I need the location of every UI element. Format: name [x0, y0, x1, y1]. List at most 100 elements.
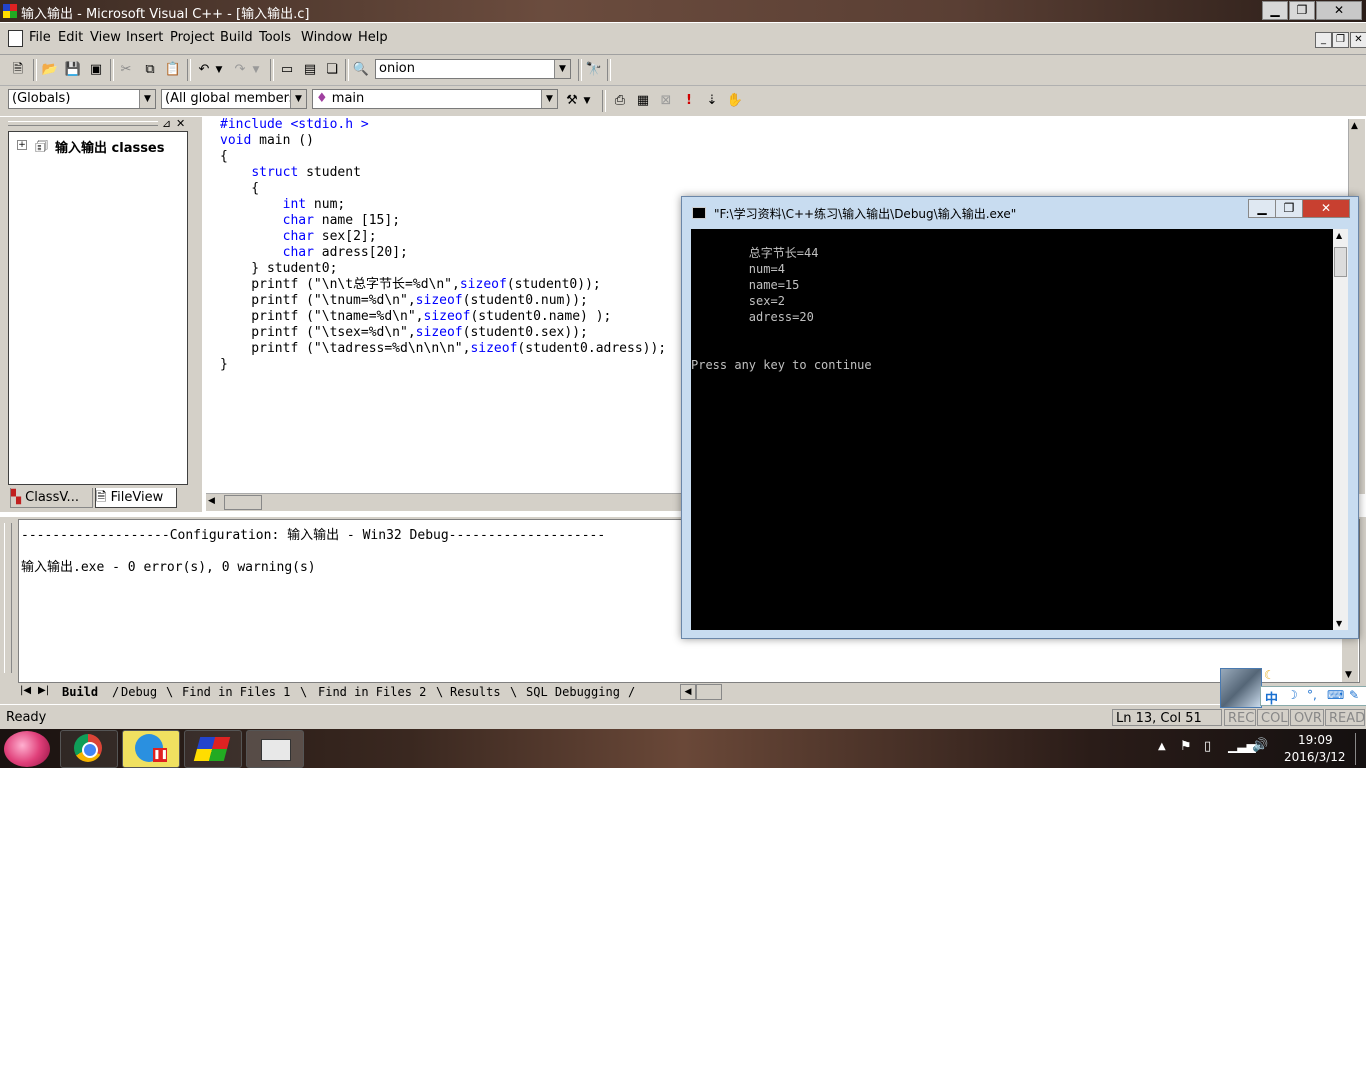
console-minimize-button[interactable]: ▁	[1248, 199, 1276, 218]
tab-debug[interactable]: Debug	[121, 685, 157, 699]
menu-insert[interactable]: Insert	[126, 30, 163, 45]
tab-scroll-right-icon[interactable]: ▶|	[38, 685, 49, 696]
clock-date[interactable]: 2016/3/12	[1284, 750, 1346, 764]
compile-icon[interactable]: ⎙	[610, 91, 630, 111]
wizard-action-icon[interactable]: ⚒	[562, 91, 582, 111]
maximize-button[interactable]: ❐	[1289, 1, 1315, 20]
tree-root-label[interactable]: 输入输出 classes	[55, 137, 165, 156]
breakpoint-hand-icon[interactable]: ✋	[725, 91, 745, 111]
minimize-button[interactable]: ▁	[1262, 1, 1288, 20]
new-text-file-icon[interactable]: 🗎	[8, 60, 28, 80]
tab-sql-debugging[interactable]: SQL Debugging	[526, 685, 620, 699]
scroll-up-icon[interactable]: ▲	[1336, 231, 1342, 240]
media-taskbar-button[interactable]: ❚❚	[122, 730, 180, 768]
output-scroll-thumb[interactable]	[696, 684, 722, 700]
output-scroll-left-icon[interactable]: ◀	[680, 684, 696, 700]
save-icon[interactable]: 💾	[63, 60, 83, 80]
menu-file[interactable]: File	[29, 30, 51, 45]
copy-icon[interactable]: ⧉	[140, 60, 160, 80]
tab-scroll-left-icon[interactable]: |◀	[20, 685, 31, 696]
pane-close-icon[interactable]: ✕	[176, 117, 185, 130]
class-tree[interactable]: + 🗊 输入输出 classes	[8, 131, 188, 485]
action-center-flag-icon[interactable]: ⚑	[1180, 739, 1192, 754]
pane-gripper[interactable]	[8, 121, 158, 126]
mdi-restore-button[interactable]: ❐	[1332, 32, 1349, 48]
title-bar[interactable]: 输入输出 - Microsoft Visual C++ - [输入输出.c] ▁…	[0, 0, 1366, 22]
redo-icon[interactable]: ↷	[230, 60, 250, 80]
device-icon[interactable]: ▯	[1204, 739, 1211, 754]
console-close-button[interactable]: ✕	[1302, 199, 1350, 218]
mdi-close-button[interactable]: ✕	[1350, 32, 1366, 48]
paste-icon[interactable]: 📋	[163, 60, 183, 80]
ime-toolbar[interactable]: 中 ☽ °, ⌨ ✎	[1260, 686, 1366, 707]
console-taskbar-button[interactable]	[246, 730, 304, 768]
pane-gripper[interactable]	[4, 523, 12, 673]
clock-time[interactable]: 19:09	[1298, 733, 1333, 747]
class-scope-combo[interactable]: (Globals) ▼	[8, 89, 156, 109]
output-window-icon[interactable]: ▤	[300, 60, 320, 80]
chevron-down-icon[interactable]: ▼	[541, 90, 557, 108]
find-combo[interactable]: onion ▼	[375, 59, 571, 79]
save-all-icon[interactable]: ▣	[86, 60, 106, 80]
menu-project[interactable]: Project	[170, 30, 214, 45]
mdi-minimize-button[interactable]: _	[1315, 32, 1332, 48]
console-maximize-button[interactable]: ❐	[1275, 199, 1303, 218]
scroll-thumb[interactable]	[224, 495, 262, 510]
expand-icon[interactable]: +	[17, 140, 27, 150]
redo-dropdown-icon[interactable]: ▼	[250, 60, 262, 80]
open-folder-icon[interactable]: 📂	[40, 60, 60, 80]
scroll-down-icon[interactable]: ▼	[1336, 619, 1342, 628]
tab-fileview[interactable]: 🗎 FileView	[95, 488, 177, 508]
scroll-left-icon[interactable]: ◀	[208, 496, 215, 506]
menu-help[interactable]: Help	[358, 30, 388, 45]
ime-avatar[interactable]	[1220, 668, 1262, 708]
members-filter-combo[interactable]: (All global members ▼	[161, 89, 307, 109]
build-icon[interactable]: ▦	[633, 91, 653, 111]
menu-edit[interactable]: Edit	[58, 30, 83, 45]
undo-dropdown-icon[interactable]: ▼	[213, 60, 225, 80]
menu-view[interactable]: View	[90, 30, 121, 45]
cut-icon[interactable]: ✂	[116, 60, 136, 80]
settings-icon[interactable]: ✎	[1349, 688, 1359, 702]
console-window[interactable]: "F:\学习资料\C++练习\输入输出\Debug\输入输出.exe" ▁ ❐ …	[681, 196, 1359, 639]
chrome-taskbar-button[interactable]	[60, 730, 118, 768]
tab-find-in-files-1[interactable]: Find in Files 1	[182, 685, 290, 699]
visual-cpp-taskbar-button[interactable]	[184, 730, 242, 768]
chevron-down-icon[interactable]: ▼	[554, 60, 570, 78]
halfwidth-icon[interactable]: ☽	[1287, 688, 1298, 702]
console-scroll-thumb[interactable]	[1334, 247, 1347, 277]
keyboard-icon[interactable]: ⌨	[1327, 688, 1344, 702]
start-button[interactable]	[4, 731, 50, 767]
scroll-down-icon[interactable]: ▼	[1345, 670, 1352, 680]
menu-build[interactable]: Build	[220, 30, 253, 45]
menu-tools[interactable]: Tools	[259, 30, 291, 45]
punctuation-icon[interactable]: °,	[1307, 688, 1317, 702]
show-hidden-icons-icon[interactable]: ▲	[1158, 741, 1166, 752]
scroll-up-icon[interactable]: ▲	[1351, 121, 1358, 131]
undo-icon[interactable]: ↶	[194, 60, 214, 80]
menu-window[interactable]: Window	[301, 30, 352, 45]
console-output[interactable]: 总字节长=44 num=4 name=15 sex=2 adress=20 Pr…	[691, 229, 1333, 630]
tab-build[interactable]: Build	[62, 685, 98, 699]
execute-icon[interactable]: !	[679, 91, 699, 111]
editor-horizontal-scrollbar[interactable]: ◀	[206, 493, 686, 511]
tab-find-in-files-2[interactable]: Find in Files 2	[318, 685, 426, 699]
function-combo[interactable]: ♦ main ▼	[312, 89, 558, 109]
ime-mode[interactable]: 中	[1265, 688, 1278, 707]
console-scrollbar[interactable]: ▲ ▼	[1333, 229, 1348, 630]
tab-classview[interactable]: ▚ ClassV...	[10, 488, 93, 508]
chevron-down-icon[interactable]: ▼	[139, 90, 155, 108]
workspace-toggle-icon[interactable]: ▭	[277, 60, 297, 80]
pane-maximize-icon[interactable]: ⊿	[162, 117, 171, 130]
chevron-down-icon[interactable]: ▼	[290, 90, 306, 108]
find-in-files-icon[interactable]: 🔍	[351, 60, 371, 80]
show-desktop-button[interactable]	[1355, 733, 1364, 765]
volume-icon[interactable]: 🔊	[1252, 738, 1268, 753]
close-button[interactable]: ✕	[1316, 1, 1362, 20]
tab-results[interactable]: Results	[450, 685, 501, 699]
window-list-icon[interactable]: ❏	[322, 60, 342, 80]
wizard-action-dropdown-icon[interactable]: ▼	[581, 91, 593, 111]
binoculars-icon[interactable]: 🔭	[584, 60, 604, 80]
stop-build-icon[interactable]: ⊠	[656, 91, 676, 111]
go-icon[interactable]: ⇣	[702, 91, 722, 111]
